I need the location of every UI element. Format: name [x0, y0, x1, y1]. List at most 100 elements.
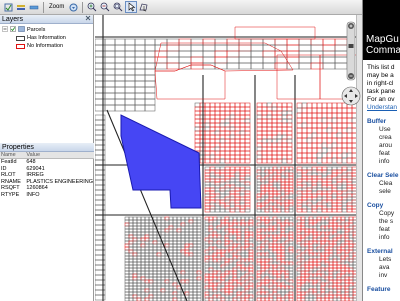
parcel[interactable] — [296, 137, 303, 144]
parcel[interactable] — [332, 258, 338, 263]
parcel[interactable] — [136, 234, 142, 239]
parcel[interactable] — [192, 261, 198, 266]
parcel[interactable] — [326, 137, 333, 144]
parcel[interactable] — [316, 282, 322, 287]
parcel[interactable] — [288, 261, 294, 266]
parcel[interactable] — [261, 150, 268, 156]
parcel[interactable] — [301, 102, 308, 109]
parcel[interactable] — [256, 237, 262, 242]
parcel[interactable] — [232, 273, 238, 278]
parcel[interactable] — [336, 107, 343, 114]
parcel[interactable] — [168, 240, 174, 245]
parcel[interactable] — [280, 199, 286, 204]
parcel[interactable] — [341, 205, 348, 210]
parcel[interactable] — [196, 222, 202, 227]
parcel[interactable] — [168, 225, 174, 230]
parcel[interactable] — [228, 243, 234, 248]
parcel[interactable] — [164, 225, 170, 230]
parcel[interactable] — [336, 196, 343, 201]
parcel[interactable] — [124, 92, 136, 100]
parcel[interactable] — [144, 240, 150, 245]
parcel[interactable] — [321, 178, 328, 183]
parcel[interactable] — [224, 252, 230, 257]
parcel[interactable] — [204, 196, 211, 201]
parcel[interactable] — [128, 231, 134, 236]
parcel[interactable] — [320, 273, 326, 278]
parcel[interactable] — [156, 273, 162, 278]
parcel[interactable] — [256, 246, 262, 251]
parcel[interactable] — [288, 222, 294, 227]
parcel[interactable] — [128, 234, 134, 239]
parcel[interactable] — [281, 114, 288, 120]
parcel[interactable] — [276, 225, 282, 230]
parcel[interactable] — [214, 118, 221, 124]
parcel[interactable] — [232, 252, 238, 257]
parcel[interactable] — [144, 264, 150, 269]
parcel[interactable] — [240, 246, 246, 251]
parcel[interactable] — [348, 252, 354, 257]
parcel[interactable] — [232, 234, 238, 239]
parcel[interactable] — [196, 270, 202, 275]
parcel[interactable] — [304, 222, 310, 227]
parcel[interactable] — [341, 117, 348, 124]
parcel[interactable] — [214, 190, 221, 195]
parcel[interactable] — [311, 112, 318, 119]
parcel[interactable] — [214, 102, 221, 108]
parcel[interactable] — [114, 62, 126, 70]
parcel[interactable] — [288, 202, 294, 207]
parcel[interactable] — [336, 152, 343, 159]
parcel[interactable] — [194, 122, 201, 128]
parcel[interactable] — [244, 219, 250, 224]
parcel[interactable] — [301, 202, 308, 207]
parcel[interactable] — [256, 106, 263, 112]
parcel[interactable] — [160, 216, 166, 221]
parcel[interactable] — [296, 255, 302, 260]
parcel[interactable] — [336, 166, 343, 171]
parcel[interactable] — [190, 62, 204, 70]
parcel[interactable] — [190, 44, 204, 52]
parcel[interactable] — [152, 249, 158, 254]
parcel[interactable] — [176, 231, 182, 236]
parcel[interactable] — [276, 231, 282, 236]
parcel[interactable] — [331, 208, 338, 213]
parcel[interactable] — [296, 199, 303, 204]
parcel[interactable] — [239, 208, 246, 213]
parcel[interactable] — [192, 288, 198, 293]
parcel[interactable] — [331, 169, 338, 174]
parcel[interactable] — [244, 190, 251, 195]
parcel[interactable] — [272, 175, 278, 180]
parcel[interactable] — [248, 237, 254, 242]
parcel[interactable] — [260, 199, 266, 204]
parcel[interactable] — [281, 154, 288, 160]
parcel[interactable] — [300, 285, 306, 290]
parcel[interactable] — [256, 294, 262, 299]
parcel[interactable] — [234, 172, 241, 177]
parcel[interactable] — [284, 276, 290, 281]
parcel[interactable] — [288, 193, 294, 198]
parcel[interactable] — [311, 107, 318, 114]
parcel[interactable] — [156, 222, 162, 227]
parcel[interactable] — [260, 294, 266, 299]
parcel[interactable] — [244, 175, 251, 180]
parcel[interactable] — [288, 172, 294, 177]
parcel[interactable] — [148, 270, 154, 275]
parcel[interactable] — [192, 276, 198, 281]
parcel[interactable] — [224, 246, 230, 251]
parcel[interactable] — [124, 267, 130, 272]
parcel[interactable] — [304, 255, 310, 260]
parcel[interactable] — [311, 137, 318, 144]
parcel[interactable] — [224, 267, 230, 272]
parcel[interactable] — [224, 118, 231, 124]
parcel[interactable] — [310, 50, 324, 58]
parcel[interactable] — [284, 291, 290, 296]
parcel[interactable] — [272, 208, 278, 213]
parcel[interactable] — [286, 56, 300, 64]
parcel[interactable] — [300, 258, 306, 263]
parcel[interactable] — [284, 258, 290, 263]
parcel[interactable] — [114, 68, 126, 76]
parcel[interactable] — [312, 228, 318, 233]
parcel[interactable] — [280, 273, 286, 278]
parcel[interactable] — [308, 249, 314, 254]
parcel[interactable] — [336, 208, 343, 213]
parcel[interactable] — [128, 273, 134, 278]
